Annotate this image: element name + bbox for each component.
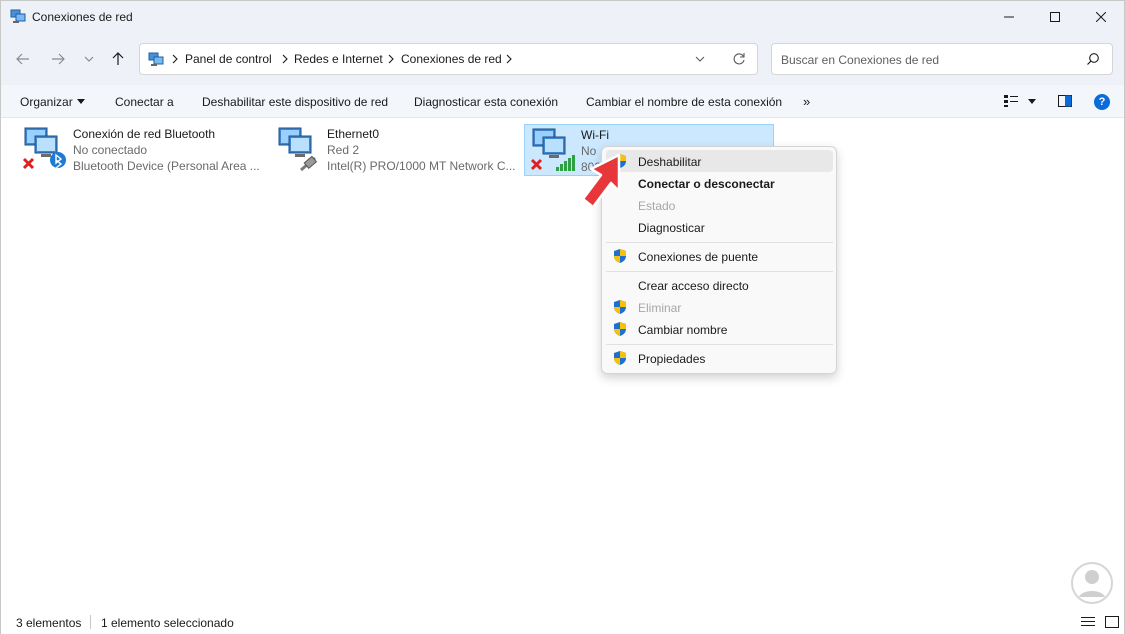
item-count: 3 elementos [16,616,82,630]
watermark-logo-icon [1071,562,1113,604]
recent-locations-button[interactable] [77,47,101,71]
uac-shield-icon [614,300,626,314]
ethernet-network-icon [278,127,318,172]
breadcrumb-control-panel[interactable]: Panel de control [185,52,272,66]
caret-down-icon [77,99,85,104]
disable-device-button[interactable]: Deshabilitar este dispositivo de red [202,95,388,109]
menu-item-delete: Eliminar [606,296,833,318]
search-icon[interactable] [1086,52,1100,66]
chevron-right-icon [506,54,512,64]
pointer-arrow-icon [581,153,621,209]
connections-list: Conexión de red Bluetooth No conectado B… [1,119,1124,609]
minimize-button[interactable] [986,1,1032,33]
connection-name: Conexión de red Bluetooth [73,127,216,141]
menu-label: Eliminar [638,301,682,315]
bluetooth-network-icon [22,127,66,170]
uac-shield-icon [614,249,626,263]
caret-down-icon[interactable] [1028,99,1036,104]
organize-button[interactable]: Organizar [20,95,73,109]
connection-device: Intel(R) PRO/1000 MT Network C... [327,159,516,173]
status-divider [90,615,91,629]
refresh-icon[interactable] [732,52,746,66]
uac-shield-icon [614,322,626,336]
change-view-icon[interactable] [1004,95,1018,107]
help-icon[interactable]: ? [1094,94,1110,110]
menu-separator [606,344,833,345]
network-connections-icon [10,9,26,23]
connection-name: Ethernet0 [327,127,380,141]
close-icon [1096,12,1106,22]
menu-item-status: Estado [606,194,833,216]
address-bar[interactable]: Panel de control Redes e Internet Conexi… [139,43,758,75]
menu-label: Estado [638,199,676,213]
menu-label: Propiedades [638,352,706,366]
details-view-icon[interactable] [1081,616,1095,628]
chevron-right-icon [172,54,178,64]
search-placeholder: Buscar en Conexiones de red [781,53,940,67]
connect-to-button[interactable]: Conectar a [115,95,174,109]
selection-count: 1 elemento seleccionado [101,616,234,630]
maximize-icon [1050,12,1060,22]
title-bar: Conexiones de red [1,1,1124,33]
tiles-view-icon[interactable] [1105,616,1119,628]
search-box[interactable]: Buscar en Conexiones de red [771,43,1113,75]
connection-status: Red 2 [327,143,360,157]
menu-label: Conectar o desconectar [638,177,775,191]
connection-name: Wi-Fi [581,128,609,142]
more-commands-button[interactable]: » [803,94,810,109]
menu-item-connect-disconnect[interactable]: Conectar o desconectar [606,172,833,194]
back-button[interactable] [11,47,35,71]
up-button[interactable] [106,47,130,71]
menu-item-rename[interactable]: Cambiar nombre [606,318,833,340]
menu-separator [606,242,833,243]
menu-item-properties[interactable]: Propiedades [606,347,833,369]
list-item-bluetooth[interactable]: Conexión de red Bluetooth No conectado B… [17,124,267,176]
wifi-network-icon [530,128,575,171]
list-item-ethernet[interactable]: Ethernet0 Red 2 Intel(R) PRO/1000 MT Net… [271,124,521,176]
chevron-down-icon[interactable] [694,53,706,65]
menu-item-bridge[interactable]: Conexiones de puente [606,245,833,267]
maximize-button[interactable] [1032,1,1078,33]
chevron-down-icon [84,56,94,62]
arrow-up-icon [112,52,124,65]
chevron-right-icon [388,54,394,64]
minimize-icon [1004,16,1014,18]
breadcrumb-network-internet[interactable]: Redes e Internet [294,52,383,66]
menu-separator [606,271,833,272]
chevron-right-icon [282,54,288,64]
diagnose-connection-button[interactable]: Diagnosticar esta conexión [414,95,558,109]
menu-label: Cambiar nombre [638,323,728,337]
connection-device: Bluetooth Device (Personal Area ... [73,159,260,173]
arrow-left-icon [16,53,29,65]
uac-shield-icon [614,351,626,365]
arrow-right-icon [52,53,65,65]
forward-button[interactable] [46,47,70,71]
context-menu: Deshabilitar Conectar o desconectar Esta… [601,146,837,374]
control-panel-icon [148,52,164,66]
breadcrumb-network-connections[interactable]: Conexiones de red [401,52,502,66]
menu-label: Deshabilitar [638,155,702,169]
command-bar: Organizar Conectar a Deshabilitar este d… [1,85,1124,118]
preview-pane-icon[interactable] [1058,95,1072,107]
menu-label: Diagnosticar [638,221,705,235]
window-title: Conexiones de red [32,10,133,24]
menu-label: Conexiones de puente [638,250,759,264]
navigation-bar: Panel de control Redes e Internet Conexi… [1,33,1124,85]
status-bar: 3 elementos 1 elemento seleccionado [1,609,1124,634]
rename-connection-button[interactable]: Cambiar el nombre de esta conexión [586,95,782,109]
menu-item-diagnose[interactable]: Diagnosticar [606,216,833,238]
menu-item-disable[interactable]: Deshabilitar [606,150,833,172]
close-button[interactable] [1078,1,1124,33]
menu-item-create-shortcut[interactable]: Crear acceso directo [606,274,833,296]
connection-status: No conectado [73,143,148,157]
explorer-window: Conexiones de red Panel de control Redes… [0,0,1125,634]
menu-label: Crear acceso directo [638,279,749,293]
